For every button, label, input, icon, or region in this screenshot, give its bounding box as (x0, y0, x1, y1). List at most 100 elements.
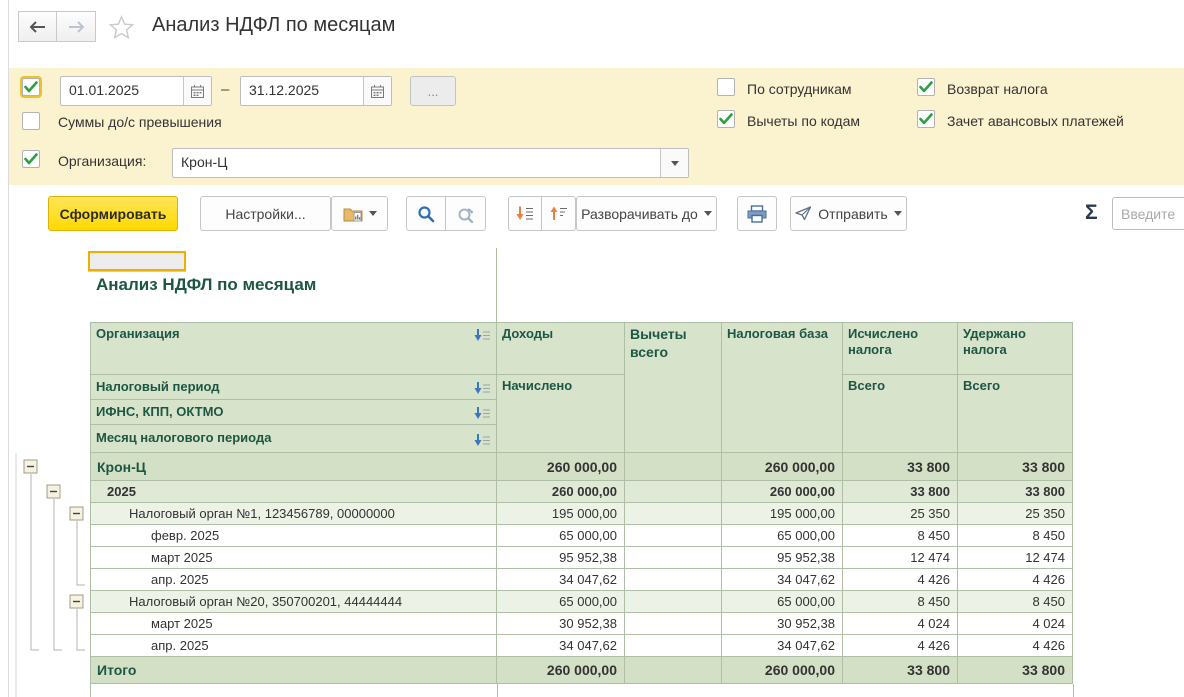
header-ifns[interactable]: ИФНС, КПП, ОКТМО (90, 400, 497, 425)
date-from-field[interactable]: 01.01.2025 (60, 76, 212, 106)
header-calculated[interactable]: Исчислено налога (843, 322, 958, 375)
tax-refund-checkbox[interactable] (917, 78, 935, 96)
report-cell[interactable]: 260 000,00 (722, 657, 843, 684)
date-to-field[interactable]: 31.12.2025 (240, 76, 392, 106)
search-next-button[interactable] (446, 196, 486, 231)
report-cell[interactable]: 260 000,00 (722, 453, 843, 481)
report-row-label[interactable]: апр. 2025 (90, 635, 497, 657)
report-cell[interactable] (625, 613, 722, 635)
report-row-label[interactable]: 2025 (90, 481, 497, 503)
report-cell[interactable]: 34 047,62 (497, 569, 625, 591)
report-cell[interactable]: 65 000,00 (497, 525, 625, 547)
report-cell[interactable]: 33 800 (958, 481, 1073, 503)
report-row-label[interactable]: Крон-Ц (90, 453, 497, 481)
period-checkbox[interactable] (22, 78, 40, 96)
header-withheld-sub[interactable]: Всего (958, 375, 1073, 453)
report-row-label[interactable]: март 2025 (90, 613, 497, 635)
report-cell[interactable]: 4 426 (958, 635, 1073, 657)
report-cell[interactable] (625, 657, 722, 684)
active-cell[interactable] (88, 251, 186, 271)
sort-icon[interactable] (474, 433, 491, 447)
sort-icon[interactable] (474, 328, 491, 342)
report-row-label[interactable]: Налоговый орган №20, 350700201, 44444444 (90, 591, 497, 613)
by-employees-checkbox[interactable] (717, 78, 735, 96)
report-cell[interactable] (625, 525, 722, 547)
calendar-button[interactable] (363, 77, 391, 105)
sort-icon[interactable] (474, 381, 491, 395)
collapse-groups-button[interactable] (542, 196, 576, 231)
report-cell[interactable]: 8 450 (843, 525, 958, 547)
expand-to-button[interactable]: Разворачивать до (576, 196, 717, 231)
calendar-button[interactable] (183, 77, 211, 105)
header-tax-base[interactable]: Налоговая база (722, 322, 843, 453)
header-tax-period[interactable]: Налоговый период (90, 375, 497, 400)
report-cell[interactable]: 65 000,00 (722, 525, 843, 547)
expand-groups-button[interactable] (508, 196, 542, 231)
report-cell[interactable] (625, 635, 722, 657)
report-cell[interactable]: 4 024 (843, 613, 958, 635)
report-cell[interactable]: 34 047,62 (722, 569, 843, 591)
report-cell[interactable]: 195 000,00 (497, 503, 625, 525)
print-button[interactable] (737, 196, 777, 231)
collapse-group-toggle[interactable] (70, 507, 83, 520)
excess-sums-checkbox[interactable] (22, 112, 40, 130)
report-cell[interactable] (625, 453, 722, 481)
header-calculated-sub[interactable]: Всего (843, 375, 958, 453)
report-cell[interactable]: 8 450 (958, 591, 1073, 613)
report-row-label[interactable]: апр. 2025 (90, 569, 497, 591)
sort-icon[interactable] (474, 406, 491, 420)
report-cell[interactable]: 30 952,38 (497, 613, 625, 635)
back-button[interactable] (18, 11, 57, 42)
report-variants-button[interactable] (331, 196, 388, 231)
report-cell[interactable]: 4 024 (958, 613, 1073, 635)
report-cell[interactable]: 65 000,00 (722, 591, 843, 613)
forward-button[interactable] (57, 11, 96, 42)
report-cell[interactable]: 95 952,38 (497, 547, 625, 569)
report-cell[interactable]: 34 047,62 (722, 635, 843, 657)
report-row-label[interactable]: февр. 2025 (90, 525, 497, 547)
report-cell[interactable]: 12 474 (843, 547, 958, 569)
report-cell[interactable]: 4 426 (843, 635, 958, 657)
favorite-star-icon[interactable] (108, 14, 135, 46)
autosum-sigma-icon[interactable]: Σ (1085, 201, 1098, 225)
date-to-value[interactable]: 31.12.2025 (241, 77, 363, 105)
collapse-group-toggle[interactable] (70, 595, 83, 608)
header-incomes-sub[interactable]: Начислено (497, 375, 625, 453)
report-cell[interactable]: 25 350 (843, 503, 958, 525)
report-cell[interactable]: 34 047,62 (497, 635, 625, 657)
report-cell[interactable]: 25 350 (958, 503, 1073, 525)
report-cell[interactable]: 33 800 (843, 453, 958, 481)
organization-checkbox[interactable] (22, 150, 40, 168)
report-cell[interactable]: 260 000,00 (722, 481, 843, 503)
generate-button[interactable]: Сформировать (48, 196, 178, 231)
report-cell[interactable]: 33 800 (958, 453, 1073, 481)
advance-offset-checkbox[interactable] (917, 110, 935, 128)
report-row-label[interactable]: Налоговый орган №1, 123456789, 00000000 (90, 503, 497, 525)
report-cell[interactable]: 260 000,00 (497, 453, 625, 481)
quick-sum-input[interactable] (1112, 197, 1184, 230)
report-cell[interactable] (625, 503, 722, 525)
search-button[interactable] (406, 196, 446, 231)
report-row-label[interactable]: Итого (90, 657, 497, 684)
report-cell[interactable]: 65 000,00 (497, 591, 625, 613)
report-cell[interactable]: 30 952,38 (722, 613, 843, 635)
header-month[interactable]: Месяц налогового периода (90, 425, 497, 453)
header-withheld[interactable]: Удержано налога (958, 322, 1073, 375)
report-cell[interactable]: 8 450 (958, 525, 1073, 547)
report-cell[interactable] (625, 569, 722, 591)
collapse-group-toggle[interactable] (47, 485, 60, 498)
report-cell[interactable]: 33 800 (843, 481, 958, 503)
report-cell[interactable]: 4 426 (958, 569, 1073, 591)
report-cell[interactable]: 260 000,00 (497, 657, 625, 684)
header-deductions[interactable]: Вычеты всего (625, 322, 722, 453)
settings-button[interactable]: Настройки... (200, 196, 331, 231)
report-cell[interactable] (625, 547, 722, 569)
report-cell[interactable]: 95 952,38 (722, 547, 843, 569)
date-from-value[interactable]: 01.01.2025 (61, 77, 183, 105)
report-cell[interactable]: 4 426 (843, 569, 958, 591)
report-cell[interactable]: 33 800 (958, 657, 1073, 684)
report-cell[interactable]: 260 000,00 (497, 481, 625, 503)
organization-combo[interactable]: Крон-Ц (172, 148, 689, 178)
deduction-codes-checkbox[interactable] (717, 110, 735, 128)
send-button[interactable]: Отправить (790, 196, 907, 231)
